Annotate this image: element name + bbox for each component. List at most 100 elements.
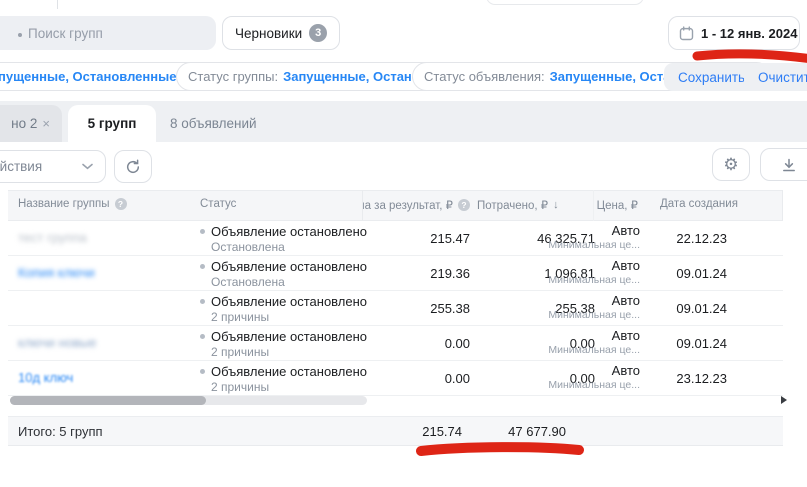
filter-chip-label: Статус объявления:	[424, 69, 545, 84]
status-dot-icon	[200, 264, 205, 269]
column-header-label: Потрачено, ₽	[477, 198, 548, 212]
created-date: 09.01.24	[676, 336, 727, 351]
totals-spent: 47 677.90	[508, 424, 566, 439]
group-name-link[interactable]: 10д ключ	[18, 370, 73, 385]
refresh-button[interactable]	[114, 150, 152, 183]
price-subtext: Минимальная це...	[548, 344, 640, 356]
price-value: Авто	[548, 363, 640, 378]
filter-chip-label: Статус группы:	[188, 69, 278, 84]
price-value: Авто	[548, 223, 640, 238]
column-header-spent[interactable]: Потрачено, ₽ ↓	[477, 198, 559, 212]
filter-chip-campaign-status[interactable]: пущенные, Остановленные ×	[0, 62, 204, 91]
price-cell: АвтоМинимальная це...	[548, 258, 640, 286]
created-date: 09.01.24	[676, 301, 727, 316]
actions-dropdown[interactable]: Действия	[0, 150, 106, 183]
refresh-icon	[125, 159, 141, 175]
table-row: ключи новые Объявление остановлено2 причи…	[8, 326, 783, 361]
totals-label: Итого: 5 групп	[18, 424, 103, 439]
drafts-button[interactable]: Черновики 3	[222, 16, 340, 50]
clear-filters-button[interactable]: Очистить	[744, 63, 807, 91]
price-subtext: Минимальная це...	[548, 379, 640, 391]
table-row: Объявление остановлено2 причины255.38255…	[8, 291, 783, 326]
column-header-label: Название группы	[18, 198, 110, 210]
created-date: 22.12.23	[676, 231, 727, 246]
tab-label: но 2	[11, 116, 37, 131]
search-field	[0, 16, 216, 50]
close-icon[interactable]: ×	[42, 116, 50, 131]
horizontal-scrollbar-thumb[interactable]	[10, 396, 206, 405]
status-cell: Объявление остановленоОстановлена	[200, 224, 367, 254]
status-dot-icon	[200, 369, 205, 374]
status-dot-icon	[200, 229, 205, 234]
status-subtext: 2 причины	[211, 310, 367, 324]
tab-selected-count[interactable]: но 2 ×	[0, 105, 62, 142]
drafts-label: Черновики	[235, 26, 302, 41]
group-name-link[interactable]: тест группа	[18, 230, 87, 245]
price-subtext: Минимальная це...	[548, 239, 640, 251]
group-name-link[interactable]: ключи новые	[18, 335, 96, 350]
cost-per-result-value: 215.47	[430, 231, 470, 246]
price-value: Авто	[548, 328, 640, 343]
search-input[interactable]	[0, 16, 216, 50]
table-footer	[8, 416, 783, 446]
download-icon	[781, 157, 797, 173]
group-name-link[interactable]: Копия ключи	[18, 265, 95, 280]
cutoff-element-fragment	[486, 0, 644, 5]
column-header-status[interactable]: Статус	[200, 198, 236, 210]
drafts-count-badge: 3	[309, 24, 327, 42]
gear-icon: ⚙	[723, 155, 738, 175]
help-icon[interactable]: ?	[115, 198, 127, 210]
status-subtext: Остановлена	[211, 275, 367, 289]
cost-per-result-value: 0.00	[445, 336, 470, 351]
status-text: Объявление остановлено	[211, 364, 367, 379]
price-value: Авто	[548, 293, 640, 308]
sort-desc-icon: ↓	[553, 199, 559, 211]
cost-per-result-value: 219.36	[430, 266, 470, 281]
status-cell: Объявление остановленоОстановлена	[200, 259, 367, 289]
status-subtext: Остановлена	[211, 240, 367, 254]
date-range-label: 1 - 12 янв. 2024	[701, 26, 797, 41]
status-text: Объявление остановлено	[211, 294, 367, 309]
status-dot-icon	[200, 299, 205, 304]
price-cell: АвтоМинимальная це...	[548, 223, 640, 251]
chevron-down-icon	[82, 163, 93, 170]
created-date: 23.12.23	[676, 371, 727, 386]
help-icon[interactable]: ?	[458, 199, 470, 211]
created-date: 09.01.24	[676, 266, 727, 281]
price-value: Авто	[548, 258, 640, 273]
price-subtext: Минимальная це...	[548, 309, 640, 321]
actions-label: Действия	[0, 159, 42, 174]
totals-cost-per-result: 215.74	[422, 424, 462, 439]
status-text: Объявление остановлено	[211, 224, 367, 239]
scroll-right-arrow-icon[interactable]	[781, 396, 787, 404]
date-range-picker[interactable]: 1 - 12 янв. 2024	[668, 16, 800, 50]
tab-groups[interactable]: 5 групп	[68, 105, 156, 142]
status-cell: Объявление остановлено2 причины	[200, 329, 367, 359]
settings-button[interactable]: ⚙	[712, 148, 750, 181]
calendar-icon	[679, 26, 694, 41]
status-text: Объявление остановлено	[211, 329, 367, 344]
status-subtext: 2 причины	[211, 345, 367, 359]
cost-per-result-value: 0.00	[445, 371, 470, 386]
status-subtext: 2 причины	[211, 380, 367, 394]
column-header-price[interactable]: Цена, ₽	[597, 198, 638, 212]
tab-ads[interactable]: 8 объявлений	[156, 105, 271, 142]
column-header-cost-per-result[interactable]: Цена за результат, ₽ ?	[363, 194, 470, 216]
cutoff-divider-fragment	[57, 0, 58, 9]
filter-chip-value: пущенные, Остановленные	[0, 69, 176, 84]
price-cell: АвтоМинимальная це...	[548, 363, 640, 391]
export-button[interactable]	[760, 148, 807, 181]
column-header-name[interactable]: Название группы ?	[18, 198, 127, 210]
table-row: 10д ключ Объявление остановлено2 причины 0…	[8, 361, 783, 396]
status-cell: Объявление остановлено2 причины	[200, 294, 367, 324]
ads-manager-screen: Черновики 3 1 - 12 янв. 2024 пущенные, О…	[0, 0, 807, 487]
status-text: Объявление остановлено	[211, 259, 367, 274]
column-header-label: Цена за результат, ₽	[363, 198, 453, 212]
red-underline-date	[697, 54, 807, 59]
table-row: Копия ключи Объявление остановленоОстанов…	[8, 256, 783, 291]
column-header-created[interactable]: Дата создания	[660, 198, 738, 210]
price-cell: АвтоМинимальная це...	[548, 293, 640, 321]
search-icon	[18, 33, 22, 37]
red-underline-totals	[421, 447, 579, 451]
table-row: тест группа Объявление остановленоОстанов…	[8, 221, 783, 256]
